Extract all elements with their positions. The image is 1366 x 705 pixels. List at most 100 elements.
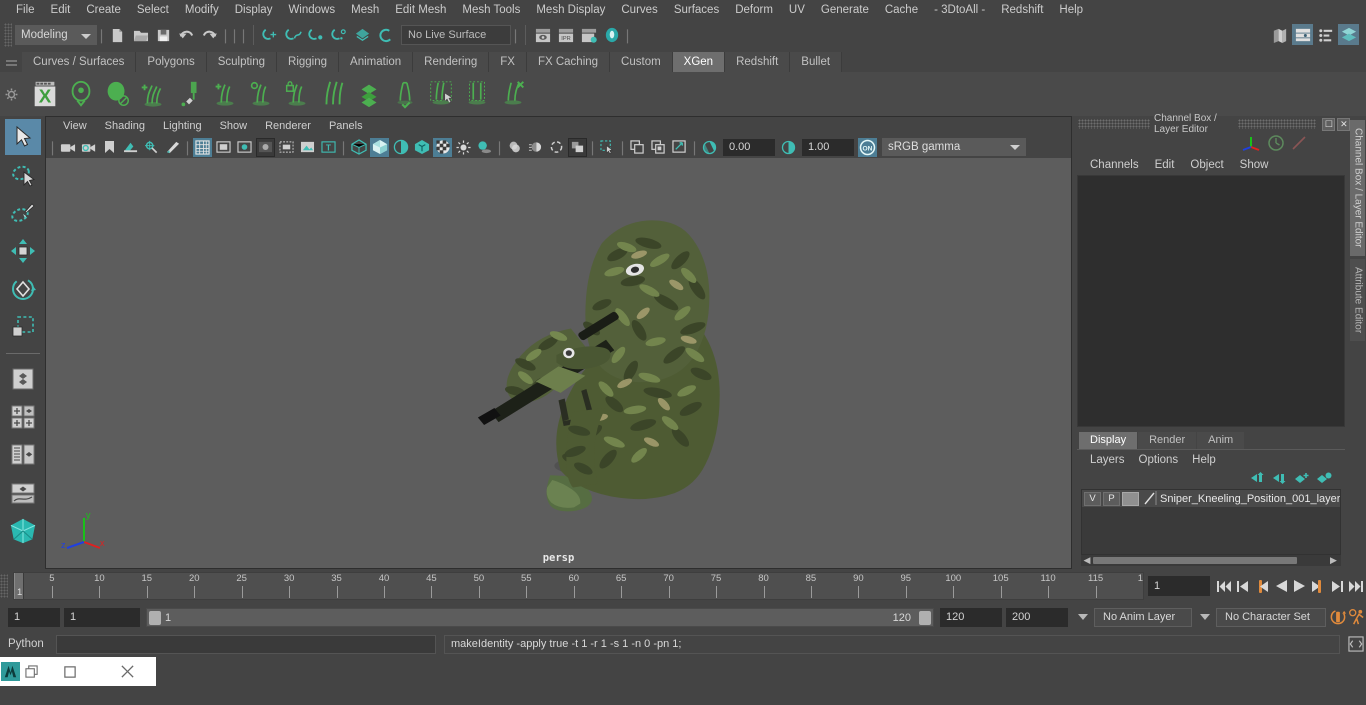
image-plane-icon[interactable]: [121, 138, 140, 157]
xgen-add-groom-icon[interactable]: [136, 77, 170, 111]
clock-icon[interactable]: [1267, 134, 1285, 152]
quick-layout-outliner-persp-icon[interactable]: [5, 437, 41, 473]
panel-grip-right[interactable]: [1238, 119, 1317, 129]
shelf-grip[interactable]: [0, 50, 22, 72]
shelf-tab-animation[interactable]: Animation: [339, 52, 414, 72]
viewport-menu-view[interactable]: View: [54, 117, 96, 136]
layer-color-swatch-icon[interactable]: [1141, 491, 1158, 506]
film-gate-icon[interactable]: [214, 138, 233, 157]
channel-box-panel-icon[interactable]: [1338, 24, 1359, 45]
select-camera-icon[interactable]: [58, 138, 77, 157]
command-result-field[interactable]: makeIdentity -apply true -t 1 -r 1 -s 1 …: [444, 634, 1340, 654]
menu-item-deform[interactable]: Deform: [727, 0, 781, 20]
scale-tool-icon[interactable]: [5, 309, 41, 345]
open-scene-icon[interactable]: [130, 25, 151, 46]
menuset-selector[interactable]: Modeling: [15, 25, 97, 45]
vtab-attribute-editor[interactable]: Attribute Editor: [1350, 258, 1366, 341]
channel-box-menu-show[interactable]: Show: [1232, 159, 1277, 171]
shelf-tab-fx-caching[interactable]: FX Caching: [526, 52, 611, 72]
snapshot-icon[interactable]: [670, 138, 689, 157]
menu-item-mesh[interactable]: Mesh: [343, 0, 387, 20]
shelf-tab-rendering[interactable]: Rendering: [413, 52, 490, 72]
menu-item-mesh-tools[interactable]: Mesh Tools: [454, 0, 528, 20]
menu-item-redshift[interactable]: Redshift: [993, 0, 1051, 20]
shadows-toggle-icon[interactable]: [475, 138, 494, 157]
exposure-icon[interactable]: [700, 138, 719, 157]
viewport-menu-show[interactable]: Show: [211, 117, 257, 136]
perspective-viewport[interactable]: y x z persp: [46, 158, 1071, 568]
xgen-create-description-icon[interactable]: [64, 77, 98, 111]
new-scene-icon[interactable]: [107, 25, 128, 46]
step-back-frame-icon[interactable]: [1252, 575, 1271, 597]
play-forwards-icon[interactable]: [1290, 575, 1309, 597]
command-input[interactable]: [56, 634, 436, 654]
step-back-keyframe-icon[interactable]: [1233, 575, 1252, 597]
xray-icon[interactable]: [298, 138, 317, 157]
live-surface-field[interactable]: No Live Surface: [401, 25, 511, 45]
texture-toggle-icon[interactable]: T: [319, 138, 338, 157]
tab-display[interactable]: Display: [1079, 432, 1138, 449]
range-end-field[interactable]: 120: [940, 607, 1002, 627]
channel-box-content[interactable]: [1077, 175, 1346, 427]
xgen-preview-icon[interactable]: [100, 77, 134, 111]
paint-select-tool-icon[interactable]: [5, 195, 41, 231]
menu-item-edit[interactable]: Edit: [43, 0, 79, 20]
quick-layout-four-view-icon[interactable]: [5, 399, 41, 435]
character-set-dropdown-icon[interactable]: [1200, 614, 1210, 620]
xgen-emerald-icon[interactable]: [5, 513, 41, 549]
tool-settings-panel-icon[interactable]: [1315, 24, 1336, 45]
step-forward-keyframe-icon[interactable]: [1328, 575, 1347, 597]
xgen-interactive-groom-icon[interactable]: [388, 77, 422, 111]
script-editor-icon[interactable]: [1346, 634, 1366, 654]
play-backwards-icon[interactable]: [1271, 575, 1290, 597]
shelf-tab-fx[interactable]: FX: [489, 52, 527, 72]
shelf-tab-polygons[interactable]: Polygons: [136, 52, 207, 72]
channel-box-menu-object[interactable]: Object: [1182, 159, 1231, 171]
go-to-end-icon[interactable]: [1347, 575, 1366, 597]
shelf-tab-xgen[interactable]: XGen: [672, 52, 726, 72]
statusline-grip[interactable]: [4, 23, 12, 47]
shelf-tab-sculpting[interactable]: Sculpting: [206, 52, 278, 72]
shelf-tab-curves-surfaces[interactable]: Curves / Surfaces: [22, 52, 137, 72]
menu-item-cache[interactable]: Cache: [877, 0, 926, 20]
smooth-shading-icon[interactable]: [370, 137, 389, 157]
exposure-value-field[interactable]: 0.00: [723, 138, 775, 156]
color-management-toggle-icon[interactable]: ON: [858, 137, 877, 157]
attribute-editor-panel-icon[interactable]: [1292, 24, 1313, 45]
ipr-render-icon[interactable]: IPR: [555, 25, 576, 46]
anim-layer-field[interactable]: No Anim Layer: [1094, 607, 1192, 627]
make-live-icon[interactable]: [375, 25, 396, 46]
anti-alias-icon[interactable]: [547, 138, 566, 157]
tab-render[interactable]: Render: [1138, 432, 1197, 449]
shaded-wireframe-icon[interactable]: [391, 138, 410, 157]
menu-item-select[interactable]: Select: [129, 0, 177, 20]
select-tool-icon[interactable]: [4, 119, 41, 155]
layer-playback-toggle[interactable]: P: [1103, 491, 1120, 506]
snap-to-curve-icon[interactable]: [283, 25, 304, 46]
layer-name-label[interactable]: Sniper_Kneeling_Position_001_layer: [1160, 493, 1340, 505]
lasso-select-tool-icon[interactable]: [5, 157, 41, 193]
menu-item-surfaces[interactable]: Surfaces: [666, 0, 727, 20]
xgen-sculpt-icon[interactable]: [172, 77, 206, 111]
gamma-value-field[interactable]: 1.00: [802, 138, 854, 156]
tab-anim[interactable]: Anim: [1197, 432, 1245, 449]
move-layer-up-icon[interactable]: [1248, 471, 1267, 486]
exposure-control-icon[interactable]: [277, 138, 296, 157]
panel-grip-left[interactable]: [1078, 119, 1150, 129]
channel-box-menu-channels[interactable]: Channels: [1082, 159, 1147, 171]
paste-render-icon[interactable]: [649, 138, 668, 157]
resolution-gate-icon[interactable]: [235, 138, 254, 157]
xgen-add-clump-icon[interactable]: [208, 77, 242, 111]
color-profile-combo[interactable]: sRGB gamma: [882, 138, 1026, 156]
xgen-editor-icon[interactable]: X: [28, 77, 62, 111]
redo-icon[interactable]: [199, 25, 220, 46]
scroll-left-icon[interactable]: ◀: [1081, 555, 1093, 566]
create-empty-layer-icon[interactable]: [1292, 471, 1311, 486]
texture-shading-icon[interactable]: [412, 138, 431, 157]
menu-item-generate[interactable]: Generate: [813, 0, 877, 20]
vtab-channel-box-layer-editor[interactable]: Channel Box / Layer Editor: [1350, 120, 1366, 256]
menu-item-3dtoall[interactable]: - 3DtoAll -: [926, 0, 993, 20]
menu-item-mesh-display[interactable]: Mesh Display: [528, 0, 613, 20]
panel-close-icon[interactable]: ✕: [1337, 117, 1351, 131]
menu-item-edit-mesh[interactable]: Edit Mesh: [387, 0, 454, 20]
